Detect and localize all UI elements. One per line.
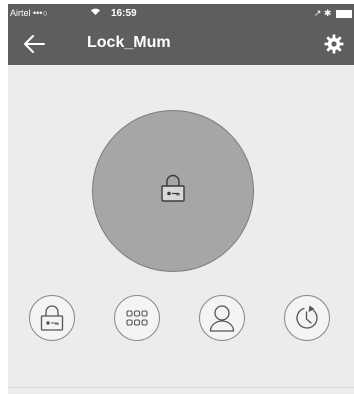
padlock-icon — [161, 174, 185, 202]
status-time: 16:59 — [111, 8, 137, 19]
status-right-icons: ↗ ✱ — [314, 4, 352, 23]
app-screen: Airtel •••○ 16:59 ↗ ✱ Lock_Mum — [8, 4, 354, 394]
gear-icon — [324, 34, 344, 54]
page-title: Lock_Mum — [87, 34, 171, 51]
nav-bar: Lock_Mum — [8, 23, 354, 65]
lock-unlock-button[interactable] — [92, 110, 254, 272]
keypad-icon — [126, 310, 148, 326]
arrow-left-icon — [24, 35, 45, 53]
history-button[interactable] — [284, 295, 330, 341]
history-clock-icon — [296, 305, 318, 329]
wifi-icon — [90, 4, 101, 23]
back-button[interactable] — [22, 33, 46, 55]
main-content — [8, 65, 354, 394]
carrier-label: Airtel •••○ — [10, 8, 48, 18]
lock-action-button[interactable] — [29, 295, 75, 341]
user-icon — [209, 305, 235, 332]
status-bar: Airtel •••○ 16:59 ↗ ✱ — [8, 4, 354, 23]
bottom-divider — [8, 387, 354, 388]
status-indicators: ↗ ✱ — [313, 8, 332, 18]
user-button[interactable] — [199, 295, 245, 341]
settings-button[interactable] — [324, 34, 344, 54]
padlock-icon — [40, 305, 64, 331]
keypad-button[interactable] — [114, 295, 160, 341]
battery-icon — [336, 9, 352, 18]
